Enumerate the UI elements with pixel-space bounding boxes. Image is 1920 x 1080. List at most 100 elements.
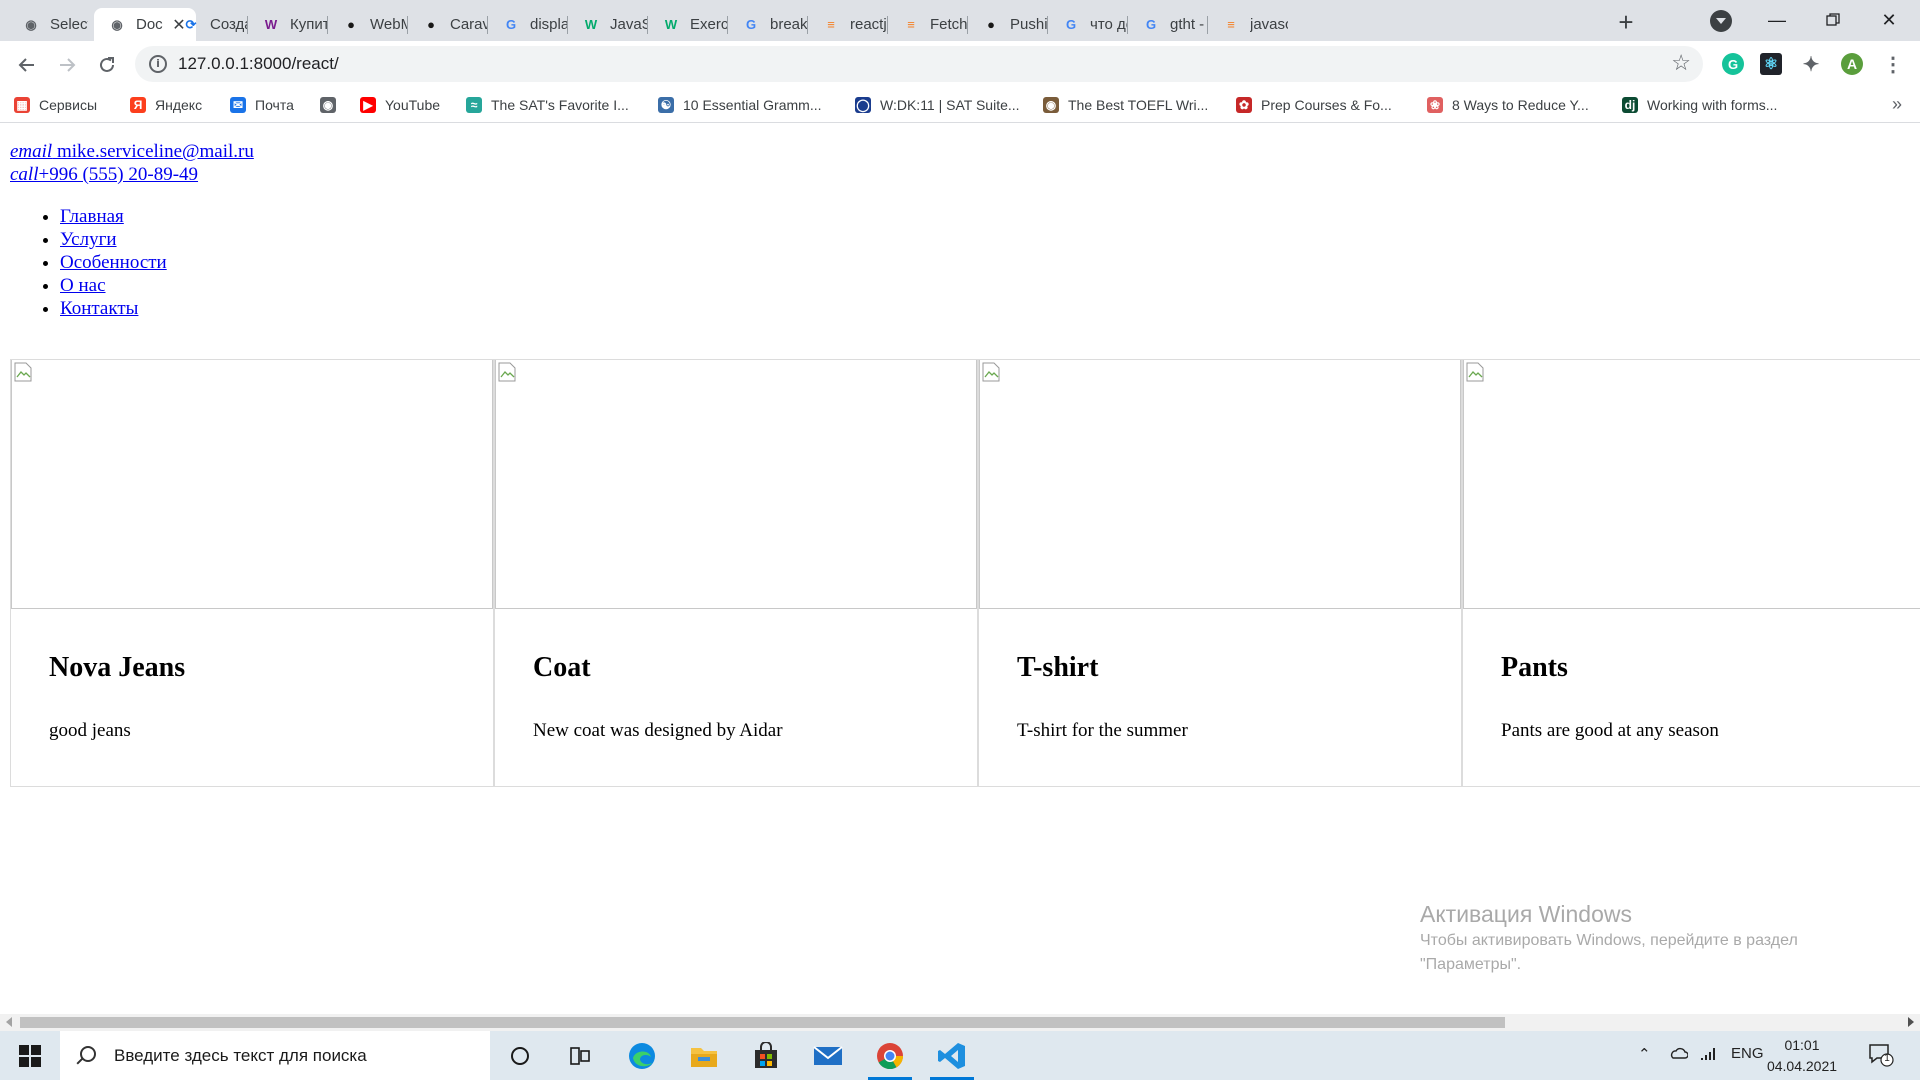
menu-link-contacts[interactable]: Контакты: [60, 298, 138, 319]
browser-tab[interactable]: ● Carava: [408, 8, 488, 41]
forward-button[interactable]: [53, 51, 81, 79]
bookmark-item[interactable]: Я Яндекс: [130, 94, 202, 116]
file-explorer-button[interactable]: [676, 1031, 732, 1080]
grammar-icon: ☯: [658, 97, 674, 113]
site-info-icon[interactable]: i: [149, 55, 167, 73]
bookmark-label: Prep Courses & Fo...: [1261, 97, 1392, 113]
menu-link-services[interactable]: Услуги: [60, 229, 117, 250]
browser-tab[interactable]: ◉ Select p: [8, 8, 88, 41]
show-hidden-icons-button[interactable]: ⌃: [1638, 1045, 1651, 1063]
chrome-taskbar-button[interactable]: [862, 1031, 918, 1080]
browser-tab[interactable]: Ggtht - Г: [1128, 8, 1208, 41]
bookmark-label: Сервисы: [39, 97, 98, 113]
browser-tab[interactable]: ● WebMi: [328, 8, 408, 41]
browser-tab[interactable]: ⟳ Создан: [168, 8, 248, 41]
browser-tab[interactable]: W Exercise: [648, 8, 728, 41]
minimize-button[interactable]: —: [1754, 2, 1800, 38]
bookmark-star-icon[interactable]: ☆: [1671, 50, 1691, 76]
mail-app-button[interactable]: [800, 1031, 856, 1080]
product-image-placeholder: [1463, 360, 1920, 609]
grammarly-extension-icon[interactable]: G: [1722, 53, 1744, 75]
sat-icon: ≈: [466, 97, 482, 113]
google-icon: G: [1145, 17, 1157, 32]
scrollbar-thumb[interactable]: [20, 1017, 1505, 1028]
toefl-icon: ◉: [1043, 97, 1059, 113]
bookmark-label: 10 Essential Gramm...: [683, 97, 822, 113]
bookmark-item[interactable]: ▦ Сервисы: [14, 94, 97, 116]
react-devtools-icon[interactable]: ⚛: [1760, 53, 1782, 75]
browser-tab[interactable]: Gbreak ir: [728, 8, 808, 41]
taskbar-search-box[interactable]: Введите здесь текст для поиска: [60, 1031, 490, 1080]
browser-tab[interactable]: Gчто дел: [1048, 8, 1128, 41]
bookmark-item[interactable]: ◯ W:DK:11 | SAT Suite...: [855, 94, 1020, 116]
back-button[interactable]: [13, 51, 41, 79]
new-tab-button[interactable]: +: [1612, 9, 1640, 37]
menu-link-features[interactable]: Особенности: [60, 252, 167, 273]
browser-tab[interactable]: W Купить: [248, 8, 328, 41]
tab-title: javascri: [1250, 16, 1288, 33]
tab-title: что дел: [1090, 16, 1128, 33]
system-clock[interactable]: 01:01 04.04.2021: [1756, 1035, 1848, 1077]
start-button[interactable]: [0, 1031, 60, 1080]
edge-taskbar-button[interactable]: [614, 1031, 670, 1080]
task-view-button[interactable]: [552, 1031, 608, 1080]
browser-tab[interactable]: ● Pushing: [968, 8, 1048, 41]
google-icon: G: [505, 17, 517, 32]
back-arrow-icon: [18, 58, 34, 72]
restore-button[interactable]: [1810, 2, 1856, 38]
email-label: email: [10, 141, 53, 162]
bookmark-item[interactable]: ✉ Почта: [230, 94, 294, 116]
product-description: Pants are good at any season: [1501, 720, 1719, 741]
product-image-placeholder: [979, 360, 1461, 609]
action-center-button[interactable]: 1: [1868, 1043, 1894, 1067]
github-icon: ●: [347, 17, 355, 32]
tab-title: Купить: [290, 16, 328, 33]
tab-title: Fetch a: [930, 16, 968, 33]
browser-tab[interactable]: Gdisplay: [488, 8, 568, 41]
bookmark-item[interactable]: ✿ Prep Courses & Fo...: [1236, 94, 1392, 116]
bookmarks-overflow-button[interactable]: »: [1892, 94, 1902, 115]
forward-arrow-icon: [60, 58, 76, 72]
address-bar[interactable]: i 127.0.0.1:8000/react/ ☆: [135, 46, 1703, 82]
email-address: mike.serviceline@mail.ru: [52, 141, 254, 162]
profile-avatar[interactable]: A: [1841, 53, 1863, 75]
menu-link-home[interactable]: Главная: [60, 206, 124, 227]
bookmark-label: YouTube: [385, 97, 441, 113]
browser-tab[interactable]: W JavaScr: [568, 8, 648, 41]
menu-item: О нас: [60, 274, 167, 297]
close-window-button[interactable]: ✕: [1866, 2, 1912, 38]
email-link[interactable]: email mike.serviceline@mail.ru: [10, 141, 254, 162]
phone-link[interactable]: call+996 (555) 20-89-49: [10, 164, 198, 185]
cortana-button[interactable]: [492, 1031, 548, 1080]
onedrive-icon[interactable]: [1668, 1046, 1689, 1064]
bookmark-item[interactable]: ≈ The SAT's Favorite I...: [466, 94, 629, 116]
bookmark-item[interactable]: ◉ The Best TOEFL Wri...: [1043, 94, 1208, 116]
bookmark-item[interactable]: dj Working with forms...: [1622, 94, 1777, 116]
reload-button[interactable]: [93, 51, 121, 79]
product-card: T-shirt T-shirt for the summer: [978, 359, 1462, 787]
store-button[interactable]: [738, 1031, 794, 1080]
browser-menu-icon[interactable]: ⋮: [1882, 53, 1904, 76]
menu-link-about[interactable]: О нас: [60, 275, 106, 296]
bookmark-label: The SAT's Favorite I...: [491, 97, 629, 113]
bookmark-item[interactable]: ☯ 10 Essential Gramm...: [658, 94, 822, 116]
bookmark-item[interactable]: ◉: [320, 94, 345, 116]
browser-tab[interactable]: ≡ Fetch a: [888, 8, 968, 41]
browser-tab[interactable]: ≡ javascri: [1208, 8, 1288, 41]
tab-search-icon[interactable]: [1710, 10, 1732, 32]
url-text[interactable]: 127.0.0.1:8000/react/: [178, 54, 339, 74]
product-description: T-shirt for the summer: [1017, 720, 1188, 741]
horizontal-scrollbar[interactable]: [0, 1014, 1920, 1031]
scroll-right-arrow[interactable]: [1908, 1017, 1914, 1027]
extensions-puzzle-icon[interactable]: ✦: [1800, 53, 1822, 76]
bookmark-item[interactable]: ❀ 8 Ways to Reduce Y...: [1427, 94, 1589, 116]
file-explorer-icon: [691, 1047, 717, 1067]
scroll-left-arrow[interactable]: [6, 1017, 12, 1027]
broken-image-icon: [1466, 362, 1484, 382]
tab-title: reactjs: [850, 16, 888, 33]
clock-time: 01:01: [1784, 1037, 1820, 1053]
vscode-taskbar-button[interactable]: [924, 1031, 980, 1080]
network-icon[interactable]: [1699, 1046, 1717, 1066]
browser-tab[interactable]: ≡ reactjs: [808, 8, 888, 41]
bookmark-item[interactable]: ▶ YouTube: [360, 94, 440, 116]
